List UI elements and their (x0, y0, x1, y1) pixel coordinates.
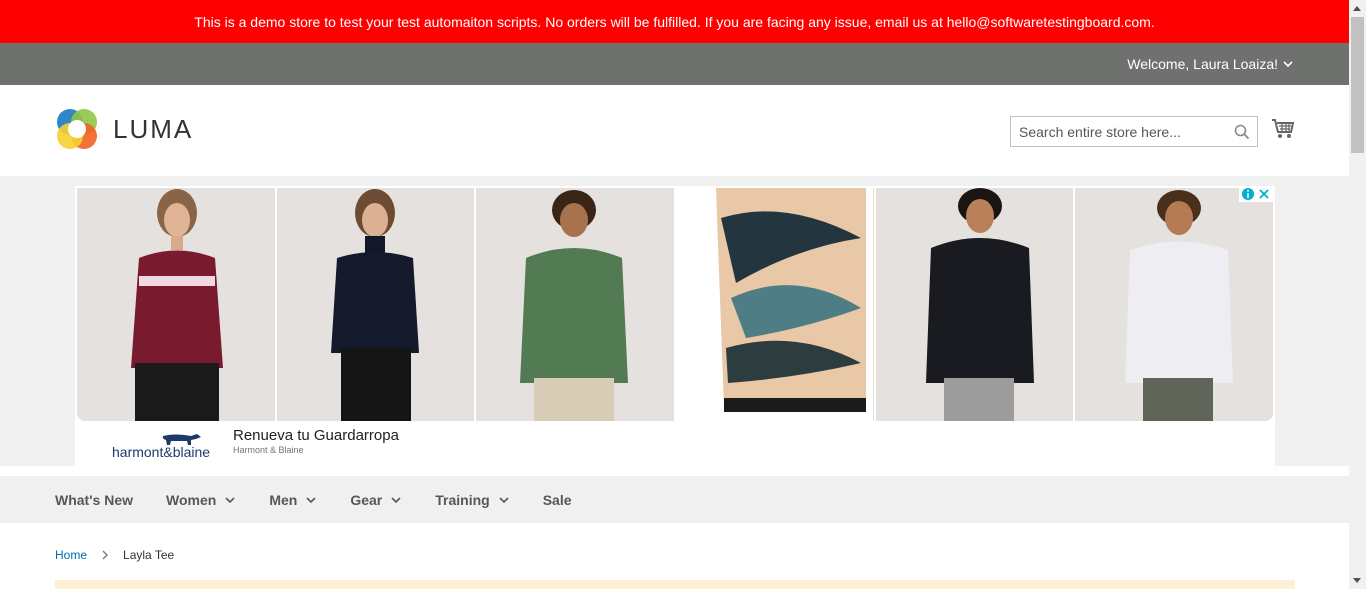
luma-logo-icon (57, 109, 97, 149)
chevron-down-icon (306, 496, 316, 503)
main-navigation: What's New Women Men Gear Training Sale (0, 476, 1349, 523)
ad-info-icon[interactable] (1241, 187, 1255, 201)
store-logo[interactable]: LUMA (55, 107, 193, 151)
nav-item-label: Sale (542, 491, 572, 508)
account-welcome-menu[interactable]: Welcome, Laura Loaiza! (1127, 43, 1294, 85)
breadcrumb: Home Layla Tee (55, 548, 174, 562)
advertisement-banner[interactable]: harmont&blaine Renueva tu Guardarropa Ha… (75, 186, 1275, 466)
chevron-right-icon (102, 550, 109, 560)
account-bar: Welcome, Laura Loaiza! (0, 43, 1349, 85)
ad-section: harmont&blaine Renueva tu Guardarropa Ha… (0, 176, 1349, 466)
chevron-down-icon (391, 496, 401, 503)
search-input[interactable] (1011, 123, 1227, 140)
ad-controls (1239, 186, 1273, 202)
ad-footer: harmont&blaine Renueva tu Guardarropa Ha… (75, 424, 1275, 466)
nav-item-label: Gear (350, 491, 383, 508)
scrollbar-thumb[interactable] (1351, 17, 1364, 153)
nav-item-gear[interactable]: Gear (350, 492, 402, 508)
brand-logo-text: harmont&blaine (112, 444, 211, 460)
nav-item-whats-new[interactable]: What's New (55, 492, 133, 508)
nav-item-label: Women (166, 491, 217, 508)
nav-item-training[interactable]: Training (435, 492, 509, 508)
scroll-down-icon[interactable] (1353, 578, 1361, 583)
page-message-strip (55, 580, 1295, 589)
nav-item-label: Training (435, 491, 490, 508)
page-scrollbar[interactable] (1349, 0, 1366, 589)
cart-button[interactable] (1271, 118, 1295, 145)
cart-icon (1272, 119, 1295, 138)
ad-tile-black-jacket[interactable] (875, 188, 1074, 421)
chevron-down-icon (499, 496, 509, 503)
scroll-up-icon[interactable] (1353, 6, 1361, 11)
demo-notice-text: This is a demo store to test your test a… (194, 13, 1155, 30)
breadcrumb-current: Layla Tee (123, 548, 175, 562)
nav-item-label: What's New (55, 491, 134, 508)
ad-advertiser: Harmont & Blaine (233, 445, 304, 455)
breadcrumb-home-link[interactable]: Home (55, 548, 87, 562)
chevron-down-icon (225, 496, 235, 503)
logo-wordmark: LUMA (113, 113, 194, 144)
ad-tile-navy-turtleneck[interactable] (276, 188, 475, 421)
ad-tile-printed-scarf[interactable] (676, 188, 874, 421)
ad-product-tiles (77, 188, 1273, 421)
search-icon[interactable] (1227, 124, 1257, 140)
harmont-blaine-logo: harmont&blaine (93, 428, 211, 464)
ad-tile-green-hoodie[interactable] (476, 188, 675, 421)
ad-tile-burgundy-sweater[interactable] (77, 188, 275, 421)
nav-item-label: Men (269, 491, 298, 508)
ad-headline[interactable]: Renueva tu Guardarropa (233, 427, 399, 444)
chevron-down-icon (1283, 61, 1293, 68)
site-header: LUMA (0, 85, 1349, 176)
ad-tile-striped-shirt[interactable] (1075, 188, 1273, 421)
search-box (1010, 116, 1258, 147)
demo-store-notice: This is a demo store to test your test a… (0, 0, 1349, 43)
nav-item-women[interactable]: Women (166, 492, 236, 508)
welcome-text: Welcome, Laura Loaiza! (1127, 56, 1278, 72)
ad-close-icon[interactable] (1257, 187, 1271, 201)
nav-item-sale[interactable]: Sale (543, 492, 572, 508)
nav-item-men[interactable]: Men (269, 492, 317, 508)
